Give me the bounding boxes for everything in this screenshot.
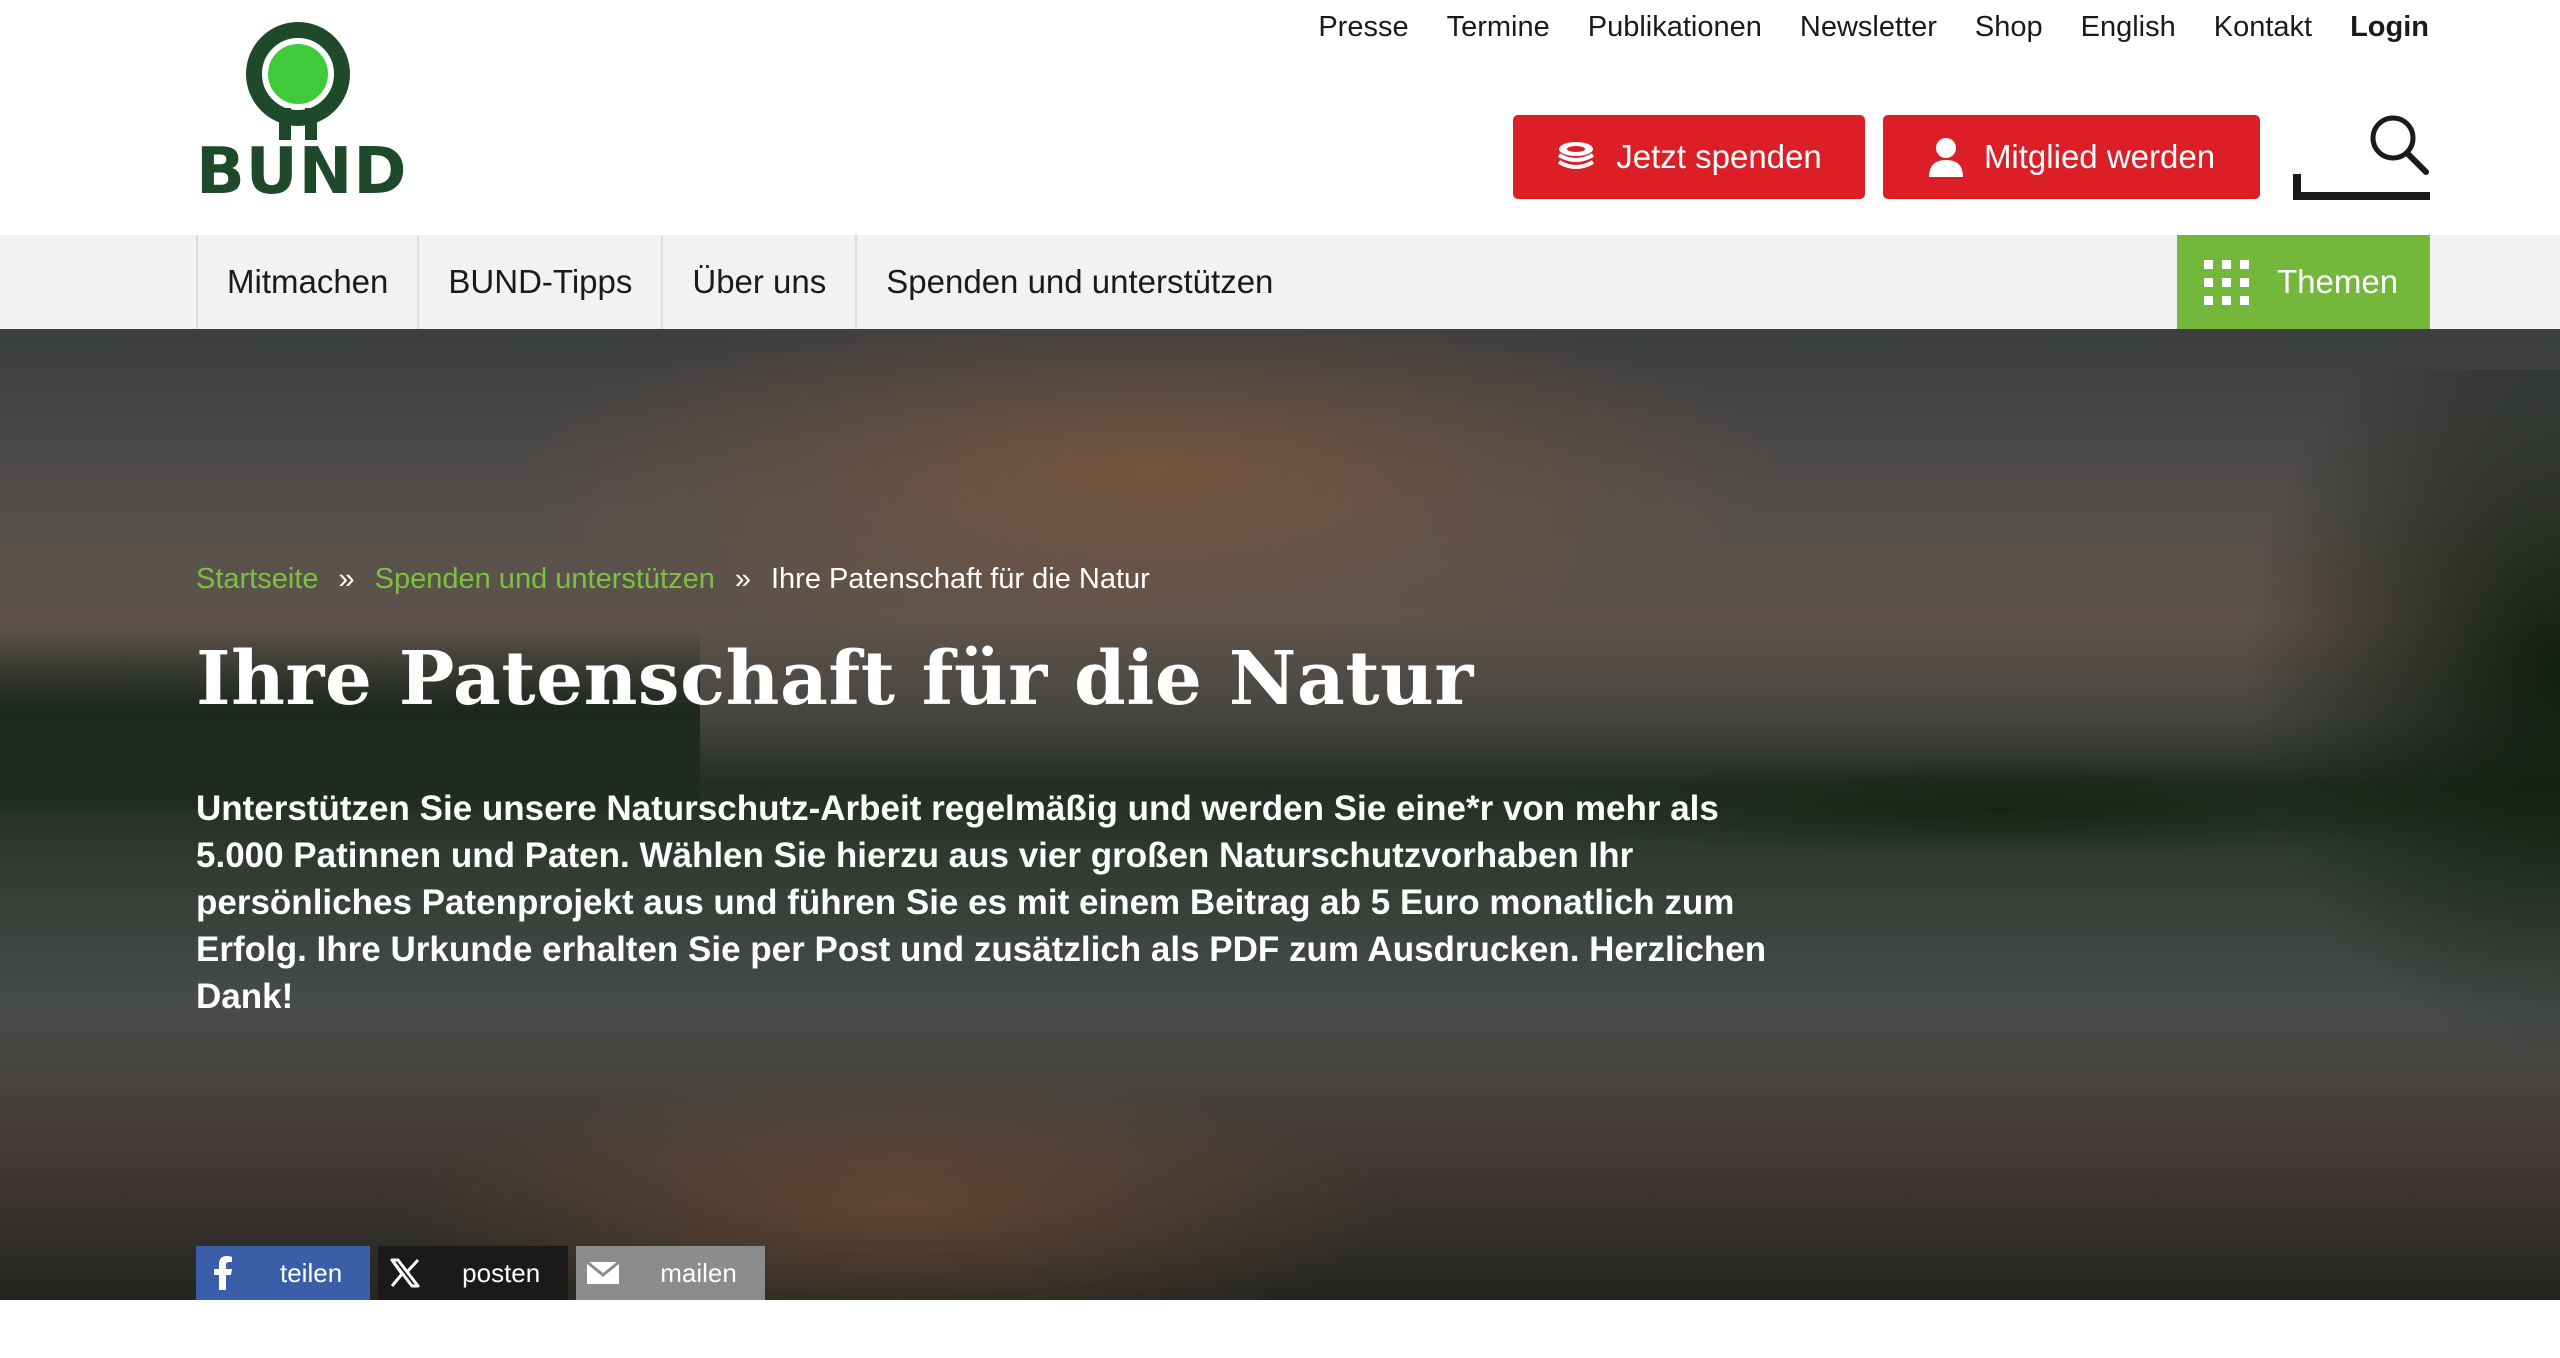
share-x-label: posten	[462, 1257, 541, 1288]
meta-nav-newsletter[interactable]: Newsletter	[1800, 8, 1937, 46]
x-icon	[378, 1246, 432, 1300]
breadcrumb-separator: »	[734, 563, 751, 595]
breadcrumb: Startseite » Spenden und unterstützen » …	[196, 563, 1150, 596]
share-x-button[interactable]: posten	[378, 1246, 569, 1300]
user-icon	[1928, 138, 1963, 177]
page-title: Ihre Patenschaft für die Natur	[196, 636, 1474, 722]
site-header: BUND Presse Termine Publikationen Newsle…	[0, 0, 2560, 235]
meta-nav-termine[interactable]: Termine	[1447, 8, 1550, 46]
share-facebook-button[interactable]: teilen	[196, 1246, 371, 1300]
page: BUND Presse Termine Publikationen Newsle…	[0, 0, 2560, 1358]
nav-item-ueber-uns[interactable]: Über uns	[661, 235, 855, 329]
search-icon	[2370, 115, 2429, 175]
bund-logo[interactable]: BUND	[196, 22, 408, 209]
search-input-edge	[2293, 174, 2301, 200]
donate-button-label: Jetzt spenden	[1616, 138, 1822, 175]
main-nav-items: Mitmachen BUND-Tipps Über uns Spenden un…	[196, 235, 1302, 329]
logo-text: BUND	[196, 135, 408, 209]
share-bar: teilen posten mailen	[196, 1246, 765, 1300]
donate-button[interactable]: Jetzt spenden	[1513, 115, 1865, 199]
meta-nav-login[interactable]: Login	[2350, 8, 2429, 46]
meta-nav-publikationen[interactable]: Publikationen	[1588, 8, 1762, 46]
meta-navigation: Presse Termine Publikationen Newsletter …	[1318, 8, 2429, 46]
themen-button[interactable]: Themen	[2177, 235, 2430, 329]
share-mail-button[interactable]: mailen	[576, 1246, 765, 1300]
breadcrumb-current: Ihre Patenschaft für die Natur	[771, 563, 1150, 595]
nav-item-bund-tipps[interactable]: BUND-Tipps	[417, 235, 661, 329]
themen-button-label: Themen	[2277, 263, 2399, 300]
mail-icon	[576, 1246, 630, 1300]
search-input-underline	[2293, 192, 2430, 200]
become-member-button-label: Mitglied werden	[1983, 138, 2216, 175]
meta-nav-kontakt[interactable]: Kontakt	[2214, 8, 2312, 46]
hero-lead-text: Unterstützen Sie unsere Naturschutz-Arbe…	[196, 789, 1767, 1016]
nav-item-spenden[interactable]: Spenden und unterstützen	[855, 235, 1302, 329]
main-navigation: Mitmachen BUND-Tipps Über uns Spenden un…	[0, 235, 2560, 329]
search-toggle[interactable]	[2293, 112, 2430, 200]
breadcrumb-spenden[interactable]: Spenden und unterstützen	[375, 563, 715, 596]
share-facebook-label: teilen	[280, 1257, 343, 1288]
share-mail-label: mailen	[660, 1257, 737, 1288]
facebook-icon	[196, 1246, 250, 1300]
meta-nav-shop[interactable]: Shop	[1975, 8, 2043, 46]
coins-icon	[1558, 142, 1595, 169]
become-member-button[interactable]: Mitglied werden	[1883, 115, 2260, 199]
logo-mark-icon	[246, 22, 350, 140]
nav-item-mitmachen[interactable]: Mitmachen	[196, 235, 417, 329]
meta-nav-english[interactable]: English	[2081, 8, 2176, 46]
breadcrumb-startseite[interactable]: Startseite	[196, 563, 319, 596]
meta-nav-presse[interactable]: Presse	[1318, 8, 1408, 46]
hero-section: Startseite » Spenden und unterstützen » …	[0, 329, 2560, 1300]
breadcrumb-separator: »	[338, 563, 355, 595]
grid-icon	[2204, 259, 2249, 305]
